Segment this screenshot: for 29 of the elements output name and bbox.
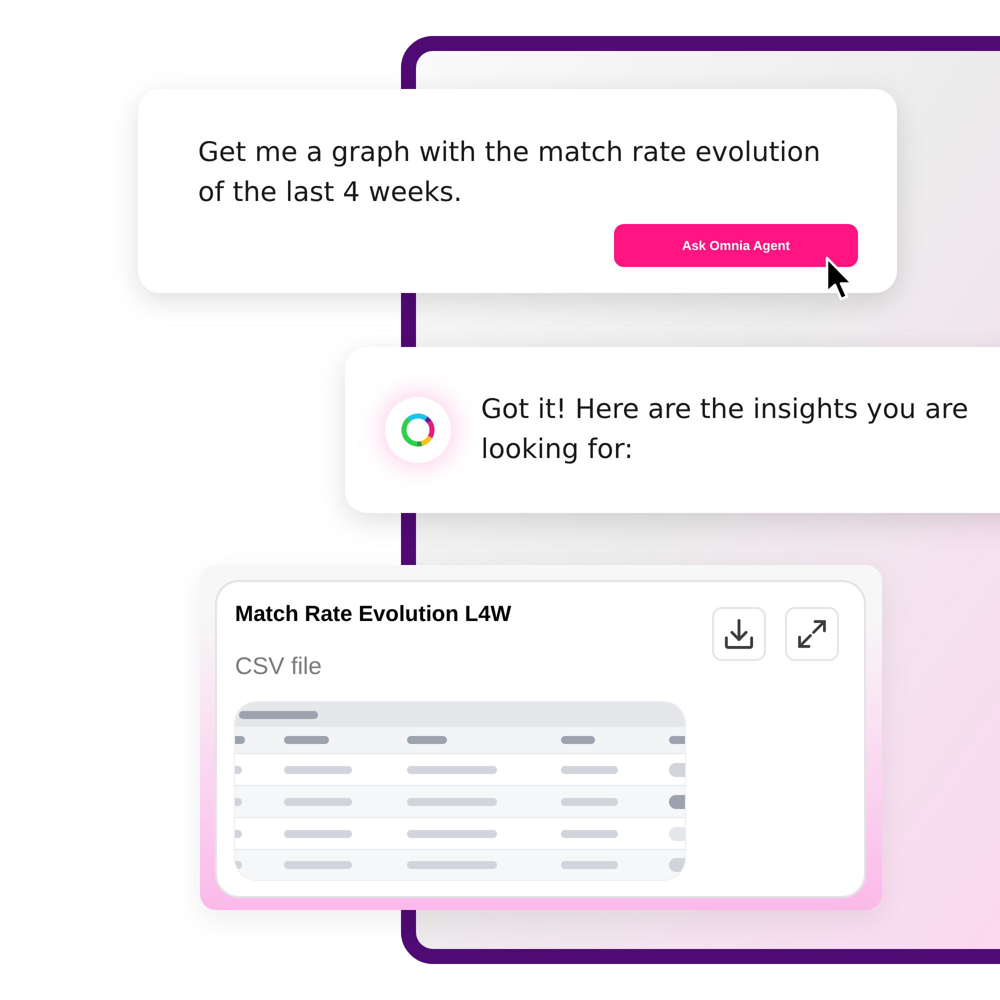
placeholder-bar [284, 830, 352, 838]
placeholder-bar [561, 766, 618, 774]
placeholder-bar [235, 798, 242, 806]
placeholder-bar [235, 766, 242, 774]
prompt-text: Get me a graph with the match rate evolution of the last 4 weeks. [198, 136, 822, 210]
placeholder-bar [561, 830, 618, 838]
expand-button[interactable] [785, 607, 839, 661]
placeholder-bar [284, 861, 352, 869]
placeholder-pill [669, 858, 685, 872]
placeholder-bar [284, 798, 352, 806]
response-text: Got it! Here are the insights you are looking for: [481, 393, 970, 467]
placeholder-bar [669, 736, 685, 744]
placeholder-bar [235, 736, 245, 744]
file-type-label: CSV file [235, 652, 323, 682]
placeholder-bar [561, 736, 595, 744]
placeholder-bar [235, 861, 242, 869]
download-icon [724, 619, 754, 649]
placeholder-bar [407, 736, 447, 744]
file-title: Match Rate Evolution L4W [235, 600, 512, 628]
placeholder-bar [235, 830, 242, 838]
download-button[interactable] [712, 607, 766, 661]
placeholder-bar [561, 861, 618, 869]
placeholder-pill [669, 762, 685, 776]
placeholder-bar [284, 766, 352, 774]
placeholder-bar [561, 798, 618, 806]
placeholder-pill [669, 794, 685, 808]
expand-icon [798, 620, 826, 648]
placeholder-bar [284, 736, 329, 744]
ask-agent-button[interactable]: Ask Omnia Agent [614, 224, 858, 267]
